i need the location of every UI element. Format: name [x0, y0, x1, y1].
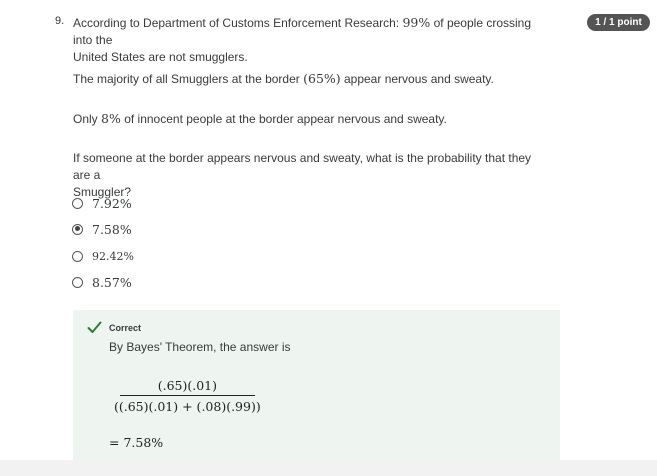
bayes-fraction: (.65)(.01) ((.65)(.01) + (.08)(.99)) — [114, 378, 261, 414]
answer-option-1[interactable]: 7.92% — [72, 195, 132, 211]
radio-button-selected[interactable] — [72, 223, 83, 235]
question-intro: According to Department of Customs Enfor… — [73, 14, 548, 66]
question-paragraph-smugglers: The majority of all Smugglers at the bor… — [73, 70, 548, 88]
radio-button[interactable] — [72, 197, 83, 209]
question-number: 9. — [55, 15, 65, 27]
answer-option-label: 7.92% — [92, 195, 132, 211]
page-footer-band — [0, 460, 657, 476]
fraction-denominator: ((.65)(.01) + (.08)(.99)) — [114, 399, 261, 414]
answer-option-3[interactable]: 92.42% — [72, 248, 134, 264]
innocent-percent: 8% — [101, 111, 121, 126]
radio-button[interactable] — [72, 276, 83, 288]
smugglers-percent: (65%) — [303, 71, 341, 86]
question-prompt-line1: If someone at the border appears nervous… — [73, 151, 532, 182]
feedback-status: Correct — [109, 323, 142, 333]
innocent-text-a: Only — [73, 112, 102, 126]
smugglers-text-a: The majority of all Smugglers at the bor… — [73, 72, 304, 86]
question-intro-text-a: According to Department of Customs Enfor… — [73, 16, 403, 30]
radio-button[interactable] — [72, 250, 83, 262]
answer-option-2[interactable]: 7.58% — [72, 221, 132, 237]
innocent-text-b: of innocent people at the border appear … — [120, 112, 447, 126]
feedback-explanation: By Bayes' Theorem, the answer is — [109, 340, 291, 354]
smugglers-text-b: appear nervous and sweaty. — [340, 72, 494, 86]
question-intro-line2: United States are not smugglers. — [73, 50, 248, 64]
answer-option-label: 92.42% — [92, 249, 134, 263]
checkmark-icon — [87, 321, 102, 337]
question-intro-percent: 99% — [402, 15, 431, 30]
answer-option-4[interactable]: 8.57% — [72, 274, 132, 290]
question-paragraph-innocent: Only 8% of innocent people at the border… — [73, 110, 548, 128]
feedback-panel: Correct By Bayes' Theorem, the answer is… — [73, 310, 560, 460]
answer-option-label: 7.58% — [92, 221, 132, 237]
feedback-result: = 7.58% — [109, 435, 164, 450]
answer-option-label: 8.57% — [92, 274, 132, 290]
fraction-numerator: (.65)(.01) — [157, 378, 217, 393]
score-badge: 1 / 1 point — [587, 14, 650, 31]
question-prompt: If someone at the border appears nervous… — [73, 150, 548, 201]
